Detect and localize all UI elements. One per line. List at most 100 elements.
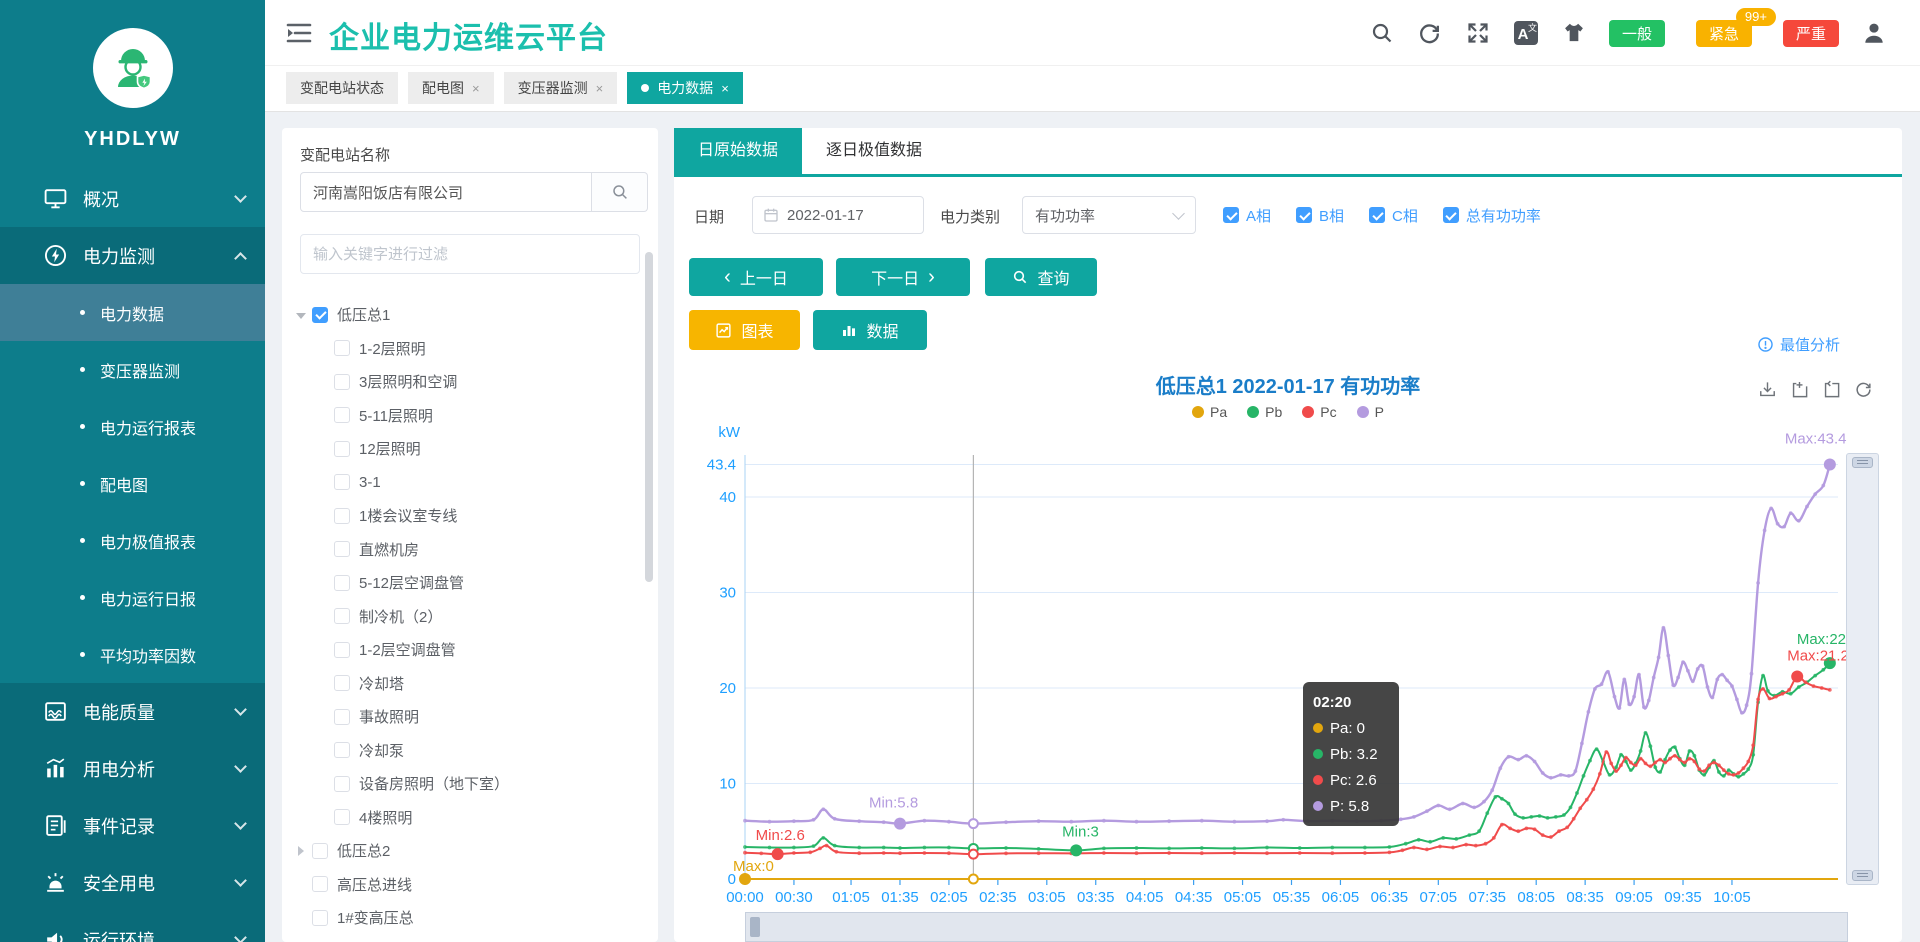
data-view-button[interactable]: 数据 <box>813 310 927 350</box>
checkbox-checked[interactable] <box>312 307 328 323</box>
station-search-button[interactable] <box>592 172 648 212</box>
tree-node-5-12层空调盘管[interactable]: 5-12层空调盘管 <box>282 566 658 600</box>
checkbox-unchecked[interactable] <box>334 642 350 658</box>
legend-item-Pa[interactable]: Pa <box>1192 404 1227 420</box>
view-tab-变配电站状态[interactable]: 变配电站状态 <box>286 72 398 104</box>
close-icon[interactable]: × <box>721 81 729 96</box>
data-zoom-icon[interactable] <box>1790 380 1809 399</box>
sidebar-item-3[interactable]: 用电分析 <box>0 740 265 797</box>
tree-node-3层照明和空调[interactable]: 3层照明和空调 <box>282 365 658 399</box>
restore-icon[interactable] <box>1822 380 1841 399</box>
checkbox-unchecked[interactable] <box>334 374 350 390</box>
sidebar-subitem-变压器监测[interactable]: 变压器监测 <box>0 341 265 398</box>
sidebar-item-2[interactable]: 电能质量 <box>0 683 265 740</box>
power-type-select[interactable]: 有功功率 <box>1022 196 1196 234</box>
checkbox-unchecked[interactable] <box>334 441 350 457</box>
query-button[interactable]: 查询 <box>985 258 1097 296</box>
phase-checkbox-B相[interactable]: B相 <box>1296 205 1344 226</box>
tree-node-冷却泵[interactable]: 冷却泵 <box>282 734 658 768</box>
tree-node-2#变高压总[interactable]: 2#变高压总 <box>282 935 658 942</box>
checkbox-unchecked[interactable] <box>312 876 328 892</box>
view-tab-电力数据[interactable]: 电力数据× <box>627 72 743 104</box>
alarm-badge-紧急[interactable]: 紧急99+ <box>1696 20 1752 47</box>
tree-scrollbar[interactable] <box>645 252 653 582</box>
sidebar-subitem-电力运行报表[interactable]: 电力运行报表 <box>0 398 265 455</box>
next-day-button[interactable]: 下一日 › <box>836 258 970 296</box>
tree-node-直燃机房[interactable]: 直燃机房 <box>282 533 658 567</box>
tree-node-低压总2[interactable]: 低压总2 <box>282 834 658 868</box>
checkbox-unchecked[interactable] <box>334 508 350 524</box>
checkbox-unchecked[interactable] <box>334 809 350 825</box>
alarm-badge-一般[interactable]: 一般 <box>1609 20 1665 47</box>
checkbox-checked[interactable] <box>1296 207 1312 223</box>
datazoom-bottom-handle[interactable] <box>1852 870 1873 881</box>
tree-filter-input[interactable] <box>300 234 640 274</box>
view-tab-变压器监测[interactable]: 变压器监测× <box>504 72 618 104</box>
tree-node-5-11层照明[interactable]: 5-11层照明 <box>282 399 658 433</box>
tree-node-1-2层照明[interactable]: 1-2层照明 <box>282 332 658 366</box>
user-icon[interactable] <box>1861 20 1887 46</box>
checkbox-unchecked[interactable] <box>334 541 350 557</box>
sidebar-item-1[interactable]: 电力监测 <box>0 227 265 284</box>
sidebar-item-4[interactable]: 事件记录 <box>0 797 265 854</box>
close-icon[interactable]: × <box>472 81 480 96</box>
fullscreen-icon[interactable] <box>1465 20 1491 46</box>
tree-node-设备房照明（地下室）[interactable]: 设备房照明（地下室） <box>282 767 658 801</box>
extreme-analysis-link[interactable]: 最值分析 <box>1757 334 1840 355</box>
checkbox-unchecked[interactable] <box>334 742 350 758</box>
tab-daily-extreme-data[interactable]: 逐日极值数据 <box>802 128 946 174</box>
checkbox-unchecked[interactable] <box>334 709 350 725</box>
sidebar-item-6[interactable]: 运行环境 <box>0 911 265 942</box>
view-tab-配电图[interactable]: 配电图× <box>408 72 494 104</box>
tree-node-3-1[interactable]: 3-1 <box>282 466 658 500</box>
phase-checkbox-C相[interactable]: C相 <box>1369 205 1418 226</box>
sidebar-subitem-电力数据[interactable]: 电力数据 <box>0 284 265 341</box>
sidebar-subitem-电力运行日报[interactable]: 电力运行日报 <box>0 569 265 626</box>
checkbox-unchecked[interactable] <box>334 407 350 423</box>
prev-day-button[interactable]: ‹ 上一日 <box>689 258 823 296</box>
caret-down-icon[interactable] <box>294 308 308 322</box>
save-image-icon[interactable] <box>1758 380 1777 399</box>
checkbox-checked[interactable] <box>1223 207 1239 223</box>
datazoom-horizontal-slider[interactable] <box>745 912 1848 942</box>
sidebar-item-5[interactable]: 安全用电 <box>0 854 265 911</box>
search-icon[interactable] <box>1369 20 1395 46</box>
legend-item-Pc[interactable]: Pc <box>1302 404 1336 420</box>
checkbox-unchecked[interactable] <box>334 608 350 624</box>
refresh-chart-icon[interactable] <box>1854 380 1873 399</box>
station-search-input[interactable] <box>300 172 592 212</box>
tree-node-12层照明[interactable]: 12层照明 <box>282 432 658 466</box>
checkbox-unchecked[interactable] <box>312 843 328 859</box>
datazoom-top-handle[interactable] <box>1852 457 1873 468</box>
close-icon[interactable]: × <box>596 81 604 96</box>
sidebar-subitem-电力极值报表[interactable]: 电力极值报表 <box>0 512 265 569</box>
checkbox-unchecked[interactable] <box>334 474 350 490</box>
phase-checkbox-总有功功率[interactable]: 总有功功率 <box>1443 205 1541 226</box>
tree-node-高压总进线[interactable]: 高压总进线 <box>282 868 658 902</box>
checkbox-checked[interactable] <box>1443 207 1459 223</box>
tree-node-低压总1[interactable]: 低压总1 <box>282 298 658 332</box>
checkbox-unchecked[interactable] <box>312 910 328 926</box>
chart-view-button[interactable]: 图表 <box>689 310 800 350</box>
sidebar-subitem-配电图[interactable]: 配电图 <box>0 455 265 512</box>
tab-daily-raw-data[interactable]: 日原始数据 <box>674 128 802 174</box>
checkbox-unchecked[interactable] <box>334 776 350 792</box>
sidebar-item-0[interactable]: 概况 <box>0 170 265 227</box>
checkbox-unchecked[interactable] <box>334 340 350 356</box>
tree-node-1-2层空调盘管[interactable]: 1-2层空调盘管 <box>282 633 658 667</box>
checkbox-unchecked[interactable] <box>334 675 350 691</box>
checkbox-checked[interactable] <box>1369 207 1385 223</box>
caret-right-icon[interactable] <box>294 844 308 858</box>
sidebar-subitem-平均功率因数[interactable]: 平均功率因数 <box>0 626 265 683</box>
legend-item-Pb[interactable]: Pb <box>1247 404 1282 420</box>
checkbox-unchecked[interactable] <box>334 575 350 591</box>
tree-node-事故照明[interactable]: 事故照明 <box>282 700 658 734</box>
alarm-badge-严重[interactable]: 严重 <box>1783 20 1839 47</box>
tree-node-1#变高压总[interactable]: 1#变高压总 <box>282 901 658 935</box>
tree-node-制冷机（2）[interactable]: 制冷机（2） <box>282 600 658 634</box>
date-picker[interactable]: 2022-01-17 <box>752 196 924 234</box>
tree-node-1楼会议室专线[interactable]: 1楼会议室专线 <box>282 499 658 533</box>
translate-icon[interactable]: A文 <box>1513 20 1539 46</box>
refresh-icon[interactable] <box>1417 20 1443 46</box>
legend-item-P[interactable]: P <box>1357 404 1384 420</box>
